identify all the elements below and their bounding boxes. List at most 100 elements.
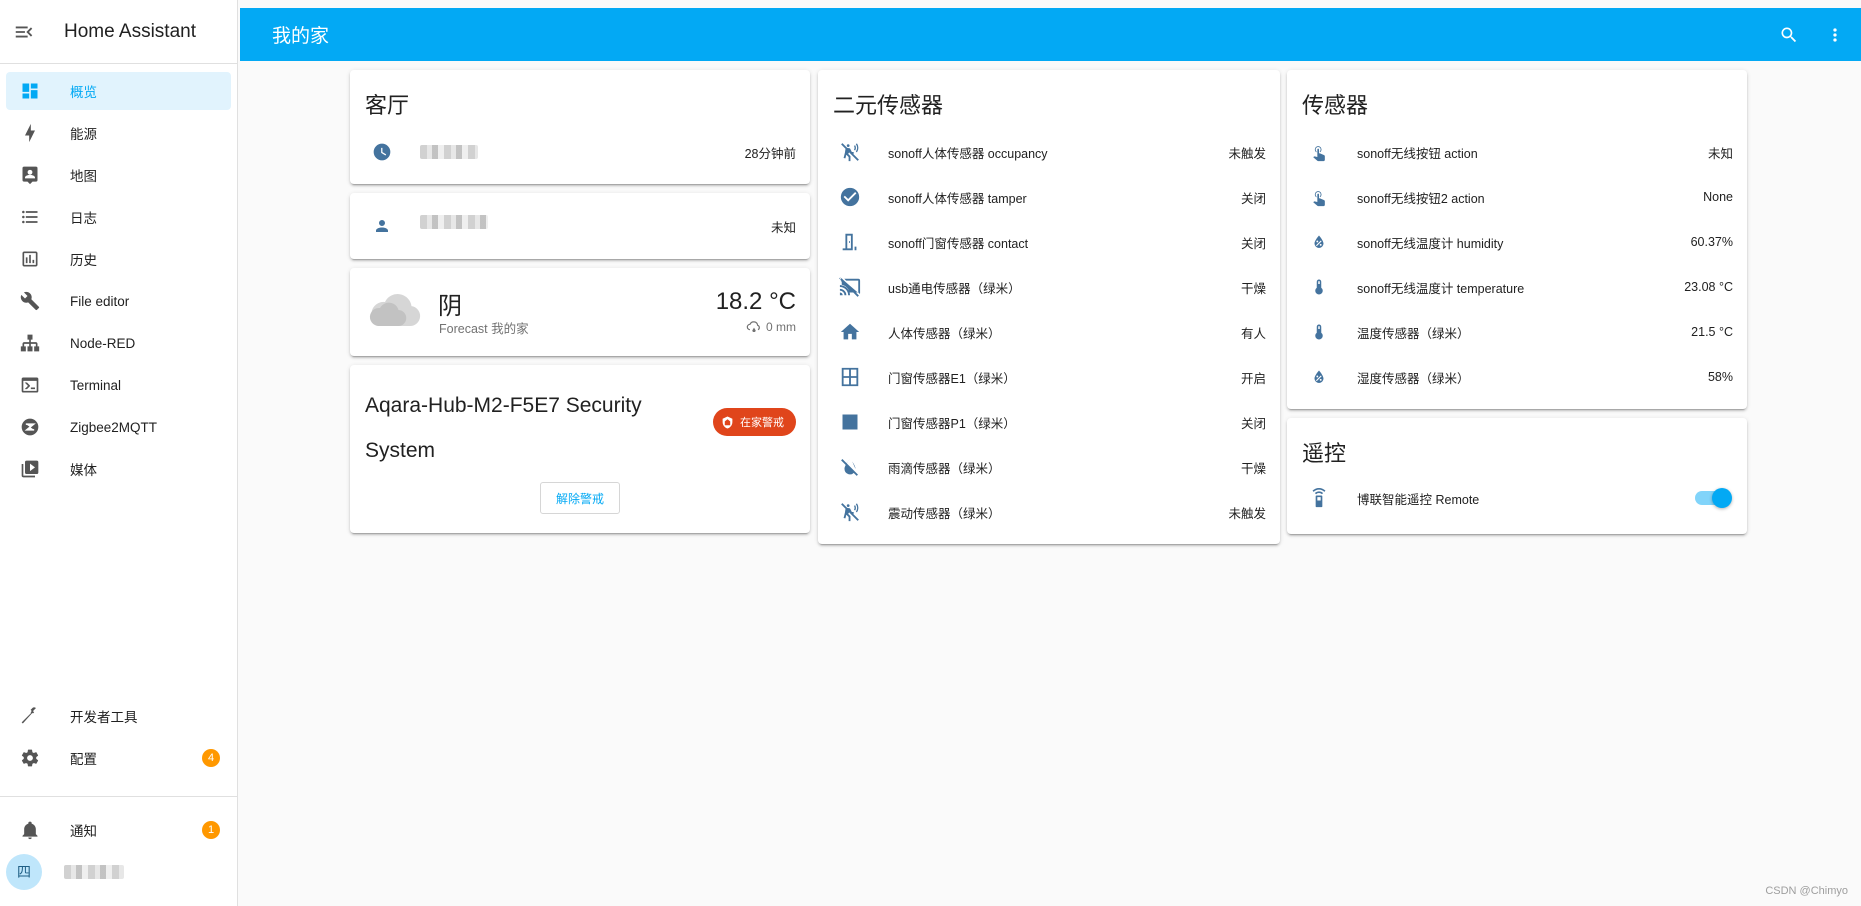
sidebar-item-terminal[interactable]: Terminal	[6, 366, 231, 404]
entity-row-binary-sensor[interactable]: 门窗传感器P1（绿米） 关闭	[818, 402, 1280, 442]
entity-row-remote[interactable]: 博联智能遥控 Remote	[1287, 478, 1747, 518]
sidebar-item-overview[interactable]: 概览	[6, 72, 231, 110]
entity-row-binary-sensor[interactable]: 震动传感器（绿米） 未触发	[818, 492, 1280, 532]
sidebar-item-config[interactable]: 配置 4	[6, 739, 232, 777]
window-open-icon	[838, 365, 862, 389]
entity-state: 关闭	[1240, 416, 1266, 431]
remote-toggle-switch[interactable]	[1695, 488, 1732, 508]
water-off-icon	[838, 455, 862, 479]
cloudy-weather-icon	[368, 286, 422, 330]
entity-name: sonoff无线按钮 action	[1357, 146, 1478, 161]
entity-name: 博联智能遥控 Remote	[1357, 492, 1480, 507]
sidebar-item-label: 开发者工具	[70, 710, 138, 725]
sidebar-item-energy[interactable]: 能源	[6, 114, 231, 152]
menu-open-icon	[15, 26, 33, 37]
entity-name: sonoff无线按钮2 action	[1357, 191, 1485, 206]
entity-row-sensor[interactable]: sonoff无线按钮2 action None	[1287, 177, 1747, 217]
entity-row-sensor[interactable]: 湿度传感器（绿米） 58%	[1287, 357, 1747, 397]
sidebar-item-history[interactable]: 历史	[6, 240, 231, 278]
sidebar-header: Home Assistant	[0, 0, 237, 64]
sidebar-item-label: Terminal	[70, 377, 122, 393]
sidebar-user[interactable]: 四	[0, 850, 238, 894]
more-options-button[interactable]	[1823, 23, 1847, 47]
weather-condition: 阴	[438, 293, 462, 320]
weather-temperature: 18.2 °C	[715, 288, 796, 315]
sidebar-item-label: 能源	[70, 127, 97, 142]
entity-name: sonoff门窗传感器 contact	[888, 236, 1029, 251]
card-title: 二元传感器	[833, 93, 944, 118]
sidebar-item-developer-tools[interactable]: 开发者工具	[6, 697, 232, 735]
entity-name: 雨滴传感器（绿米）	[888, 461, 1001, 476]
sidebar-item-media[interactable]: 媒体	[6, 450, 231, 488]
cloud-rain-icon	[746, 321, 760, 332]
sidebar-item-label: Node-RED	[70, 335, 136, 351]
sidebar-item-logbook[interactable]: 日志	[6, 198, 231, 236]
wrench-icon	[18, 289, 42, 313]
entity-state: None	[1703, 190, 1733, 204]
entity-row-binary-sensor[interactable]: sonoff人体传感器 occupancy 未触发	[818, 132, 1280, 172]
sensors-card: 传感器 sonoff无线按钮 action 未知 sonoff无线按钮2 act…	[1287, 70, 1747, 409]
entity-name: 震动传感器（绿米）	[888, 506, 1001, 521]
weather-precipitation: 0 mm	[746, 320, 796, 334]
avatar: 四	[6, 854, 42, 890]
entity-row-person[interactable]: 未知	[350, 206, 810, 246]
dashboard-icon	[18, 79, 42, 103]
sidebar-item-node-red[interactable]: Node-RED	[6, 324, 231, 362]
entity-row-binary-sensor[interactable]: 雨滴传感器（绿米） 干燥	[818, 447, 1280, 487]
card-title: 遥控	[1302, 441, 1347, 466]
entity-state: 未触发	[1228, 146, 1266, 161]
notifications-badge: 1	[202, 821, 220, 839]
water-percent-icon	[1307, 365, 1331, 389]
shield-home-icon	[722, 416, 733, 428]
weather-subtitle: Forecast 我的家	[439, 322, 529, 336]
entity-name: 温度传感器（绿米）	[1357, 326, 1470, 341]
list-icon	[18, 205, 42, 229]
entity-name: sonoff人体传感器 occupancy	[888, 146, 1048, 161]
entity-name: 人体传感器（绿米）	[888, 326, 1001, 341]
entity-row-binary-sensor[interactable]: 人体传感器（绿米） 有人	[818, 312, 1280, 352]
entity-row-sensor[interactable]: sonoff无线温度计 humidity 60.37%	[1287, 222, 1747, 262]
entity-row-sensor[interactable]: sonoff无线按钮 action 未知	[1287, 132, 1747, 172]
entity-state: 关闭	[1240, 236, 1266, 251]
remote-icon	[1307, 486, 1331, 510]
sidebar-item-notifications[interactable]: 通知 1	[6, 811, 232, 849]
alarm-status-label: 在家警戒	[740, 417, 784, 429]
person-card: 未知	[350, 193, 810, 259]
toggle-knob	[1712, 488, 1732, 508]
account-icon	[370, 214, 394, 238]
entity-state: 58%	[1707, 370, 1733, 384]
user-name-redacted	[64, 865, 124, 879]
home-icon	[838, 320, 862, 344]
weather-card[interactable]: 阴 Forecast 我的家 18.2 °C 0 mm	[350, 268, 810, 356]
top-app-bar: 我的家	[240, 8, 1861, 61]
menu-collapse-button[interactable]	[0, 0, 48, 64]
thermometer-icon	[1307, 320, 1331, 344]
search-icon	[1781, 27, 1797, 42]
entity-row-binary-sensor[interactable]: usb通电传感器（绿米） 干燥	[818, 267, 1280, 307]
sidebar-item-zigbee2mqtt[interactable]: Zigbee2MQTT	[6, 408, 231, 446]
sidebar-item-label: Zigbee2MQTT	[70, 419, 158, 435]
entity-row-binary-sensor[interactable]: sonoff人体传感器 tamper 关闭	[818, 177, 1280, 217]
vibrate-off-icon	[838, 500, 862, 524]
disarm-button[interactable]: 解除警戒	[540, 482, 620, 514]
door-closed-icon	[838, 230, 862, 254]
sidebar-divider	[0, 796, 238, 797]
card-title: 客厅	[365, 93, 410, 118]
entity-row-clock[interactable]: 28分钟前	[350, 132, 810, 172]
alarm-name: Aqara-Hub-M2-F5E7 Security System	[365, 394, 642, 462]
entity-state: 干燥	[1240, 461, 1266, 476]
sidebar-item-map[interactable]: 地图	[6, 156, 231, 194]
entity-state: 开启	[1240, 371, 1266, 386]
entity-row-sensor[interactable]: sonoff无线温度计 temperature 23.08 °C	[1287, 267, 1747, 307]
sidebar-item-file-editor[interactable]: File editor	[6, 282, 231, 320]
search-button[interactable]	[1777, 23, 1801, 47]
entity-row-binary-sensor[interactable]: 门窗传感器E1（绿米） 开启	[818, 357, 1280, 397]
entity-state: 60.37%	[1690, 235, 1733, 249]
gesture-tap-icon	[1307, 185, 1331, 209]
sidebar-nav: 概览 能源 地图 日志 历史 File editor Node-RED Term…	[0, 64, 237, 488]
sidebar-item-label: 媒体	[70, 463, 97, 478]
lightning-icon	[18, 121, 42, 145]
entity-row-binary-sensor[interactable]: sonoff门窗传感器 contact 关闭	[818, 222, 1280, 262]
entity-row-sensor[interactable]: 温度传感器（绿米） 21.5 °C	[1287, 312, 1747, 352]
alarm-status-badge[interactable]: 在家警戒	[713, 408, 796, 436]
